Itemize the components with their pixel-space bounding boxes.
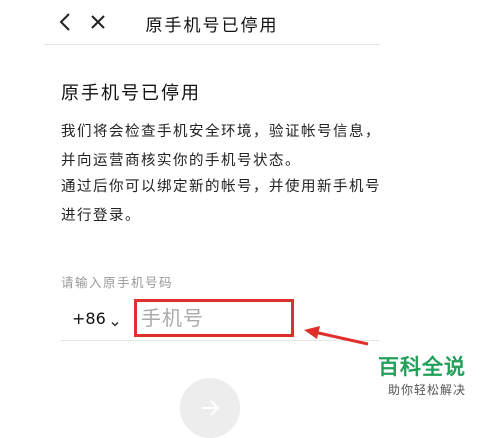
country-code-selector[interactable]: +86 bbox=[72, 309, 120, 328]
next-button[interactable] bbox=[180, 378, 240, 438]
arrow-right-icon bbox=[202, 400, 220, 416]
watermark-title: 百科全说 bbox=[378, 355, 466, 379]
chevron-down-icon bbox=[110, 314, 120, 326]
annotation-arrow-icon bbox=[304, 326, 369, 346]
watermark-subtitle: 助你轻松解决 bbox=[388, 383, 467, 397]
description-paragraph: 通过后你可以绑定新的帐号，并使用新手机号进行登录。 bbox=[61, 179, 381, 224]
phone-field-label: 请输入原手机号码 bbox=[61, 275, 174, 290]
page-title: 原手机号已停用 bbox=[61, 83, 201, 104]
country-code-value: +86 bbox=[72, 309, 106, 328]
nav-bar: 原手机号已停用 bbox=[44, 0, 380, 45]
description-paragraph: 我们将会检查手机安全环境，验证帐号信息，并向运营商核实你的手机号状态。 bbox=[61, 124, 381, 169]
phone-input[interactable] bbox=[134, 299, 294, 337]
nav-title: 原手机号已停用 bbox=[145, 16, 279, 36]
